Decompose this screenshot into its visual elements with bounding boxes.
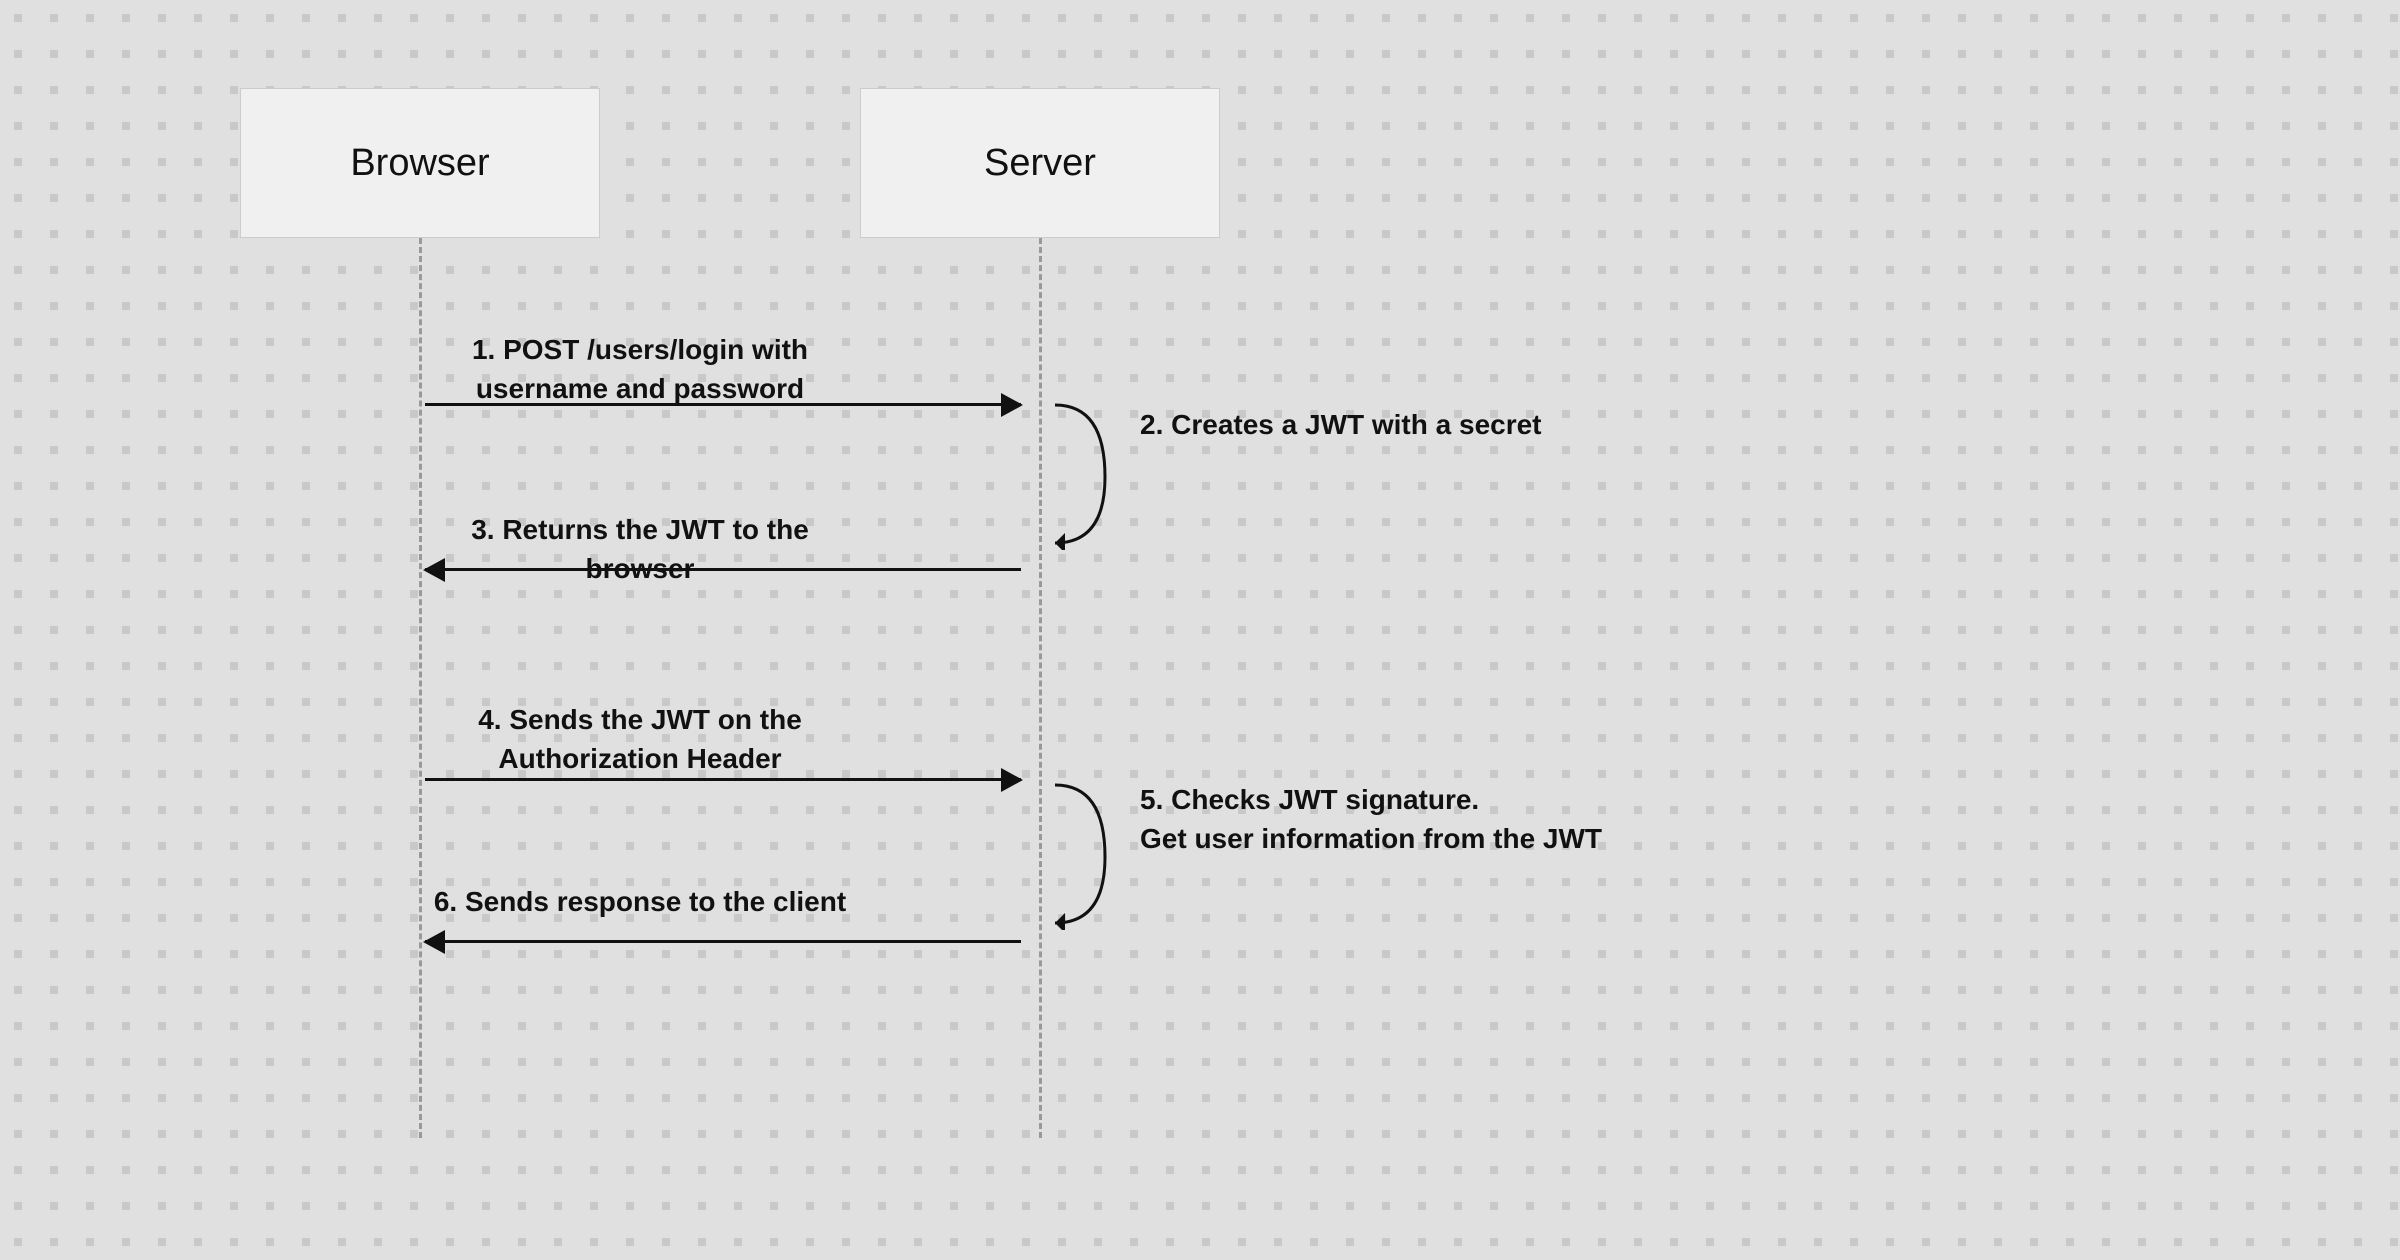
- arrow6-line: [425, 940, 1021, 943]
- arrow4-line: [425, 778, 1021, 781]
- arrow1-label: 1. POST /users/login with username and p…: [430, 330, 850, 408]
- server-actor-box: Server: [860, 88, 1220, 238]
- side-label-2: 2. Creates a JWT with a secret: [1140, 405, 1542, 444]
- side-label-5: 5. Checks JWT signature. Get user inform…: [1140, 780, 1602, 858]
- arrow4-head: [1001, 768, 1023, 792]
- brace2-svg: [1045, 775, 1125, 930]
- arrow1-line: [425, 403, 1021, 406]
- arrow3-line: [425, 568, 1021, 571]
- server-actor-label: Server: [984, 142, 1096, 185]
- arrow3-label: 3. Returns the JWT to the browser: [430, 510, 850, 588]
- browser-actor-label: Browser: [350, 142, 489, 185]
- arrow1-head: [1001, 393, 1023, 417]
- arrow4-label: 4. Sends the JWT on the Authorization He…: [430, 700, 850, 778]
- server-lifeline: [1039, 238, 1042, 1138]
- diagram-container: Browser Server 1. POST /users/login with…: [0, 0, 2400, 1260]
- browser-lifeline: [419, 238, 422, 1138]
- browser-actor-box: Browser: [240, 88, 600, 238]
- brace1-svg: [1045, 395, 1125, 550]
- arrow6-label: 6. Sends response to the client: [430, 882, 850, 921]
- arrow3-head: [423, 558, 445, 582]
- arrow6-head: [423, 930, 445, 954]
